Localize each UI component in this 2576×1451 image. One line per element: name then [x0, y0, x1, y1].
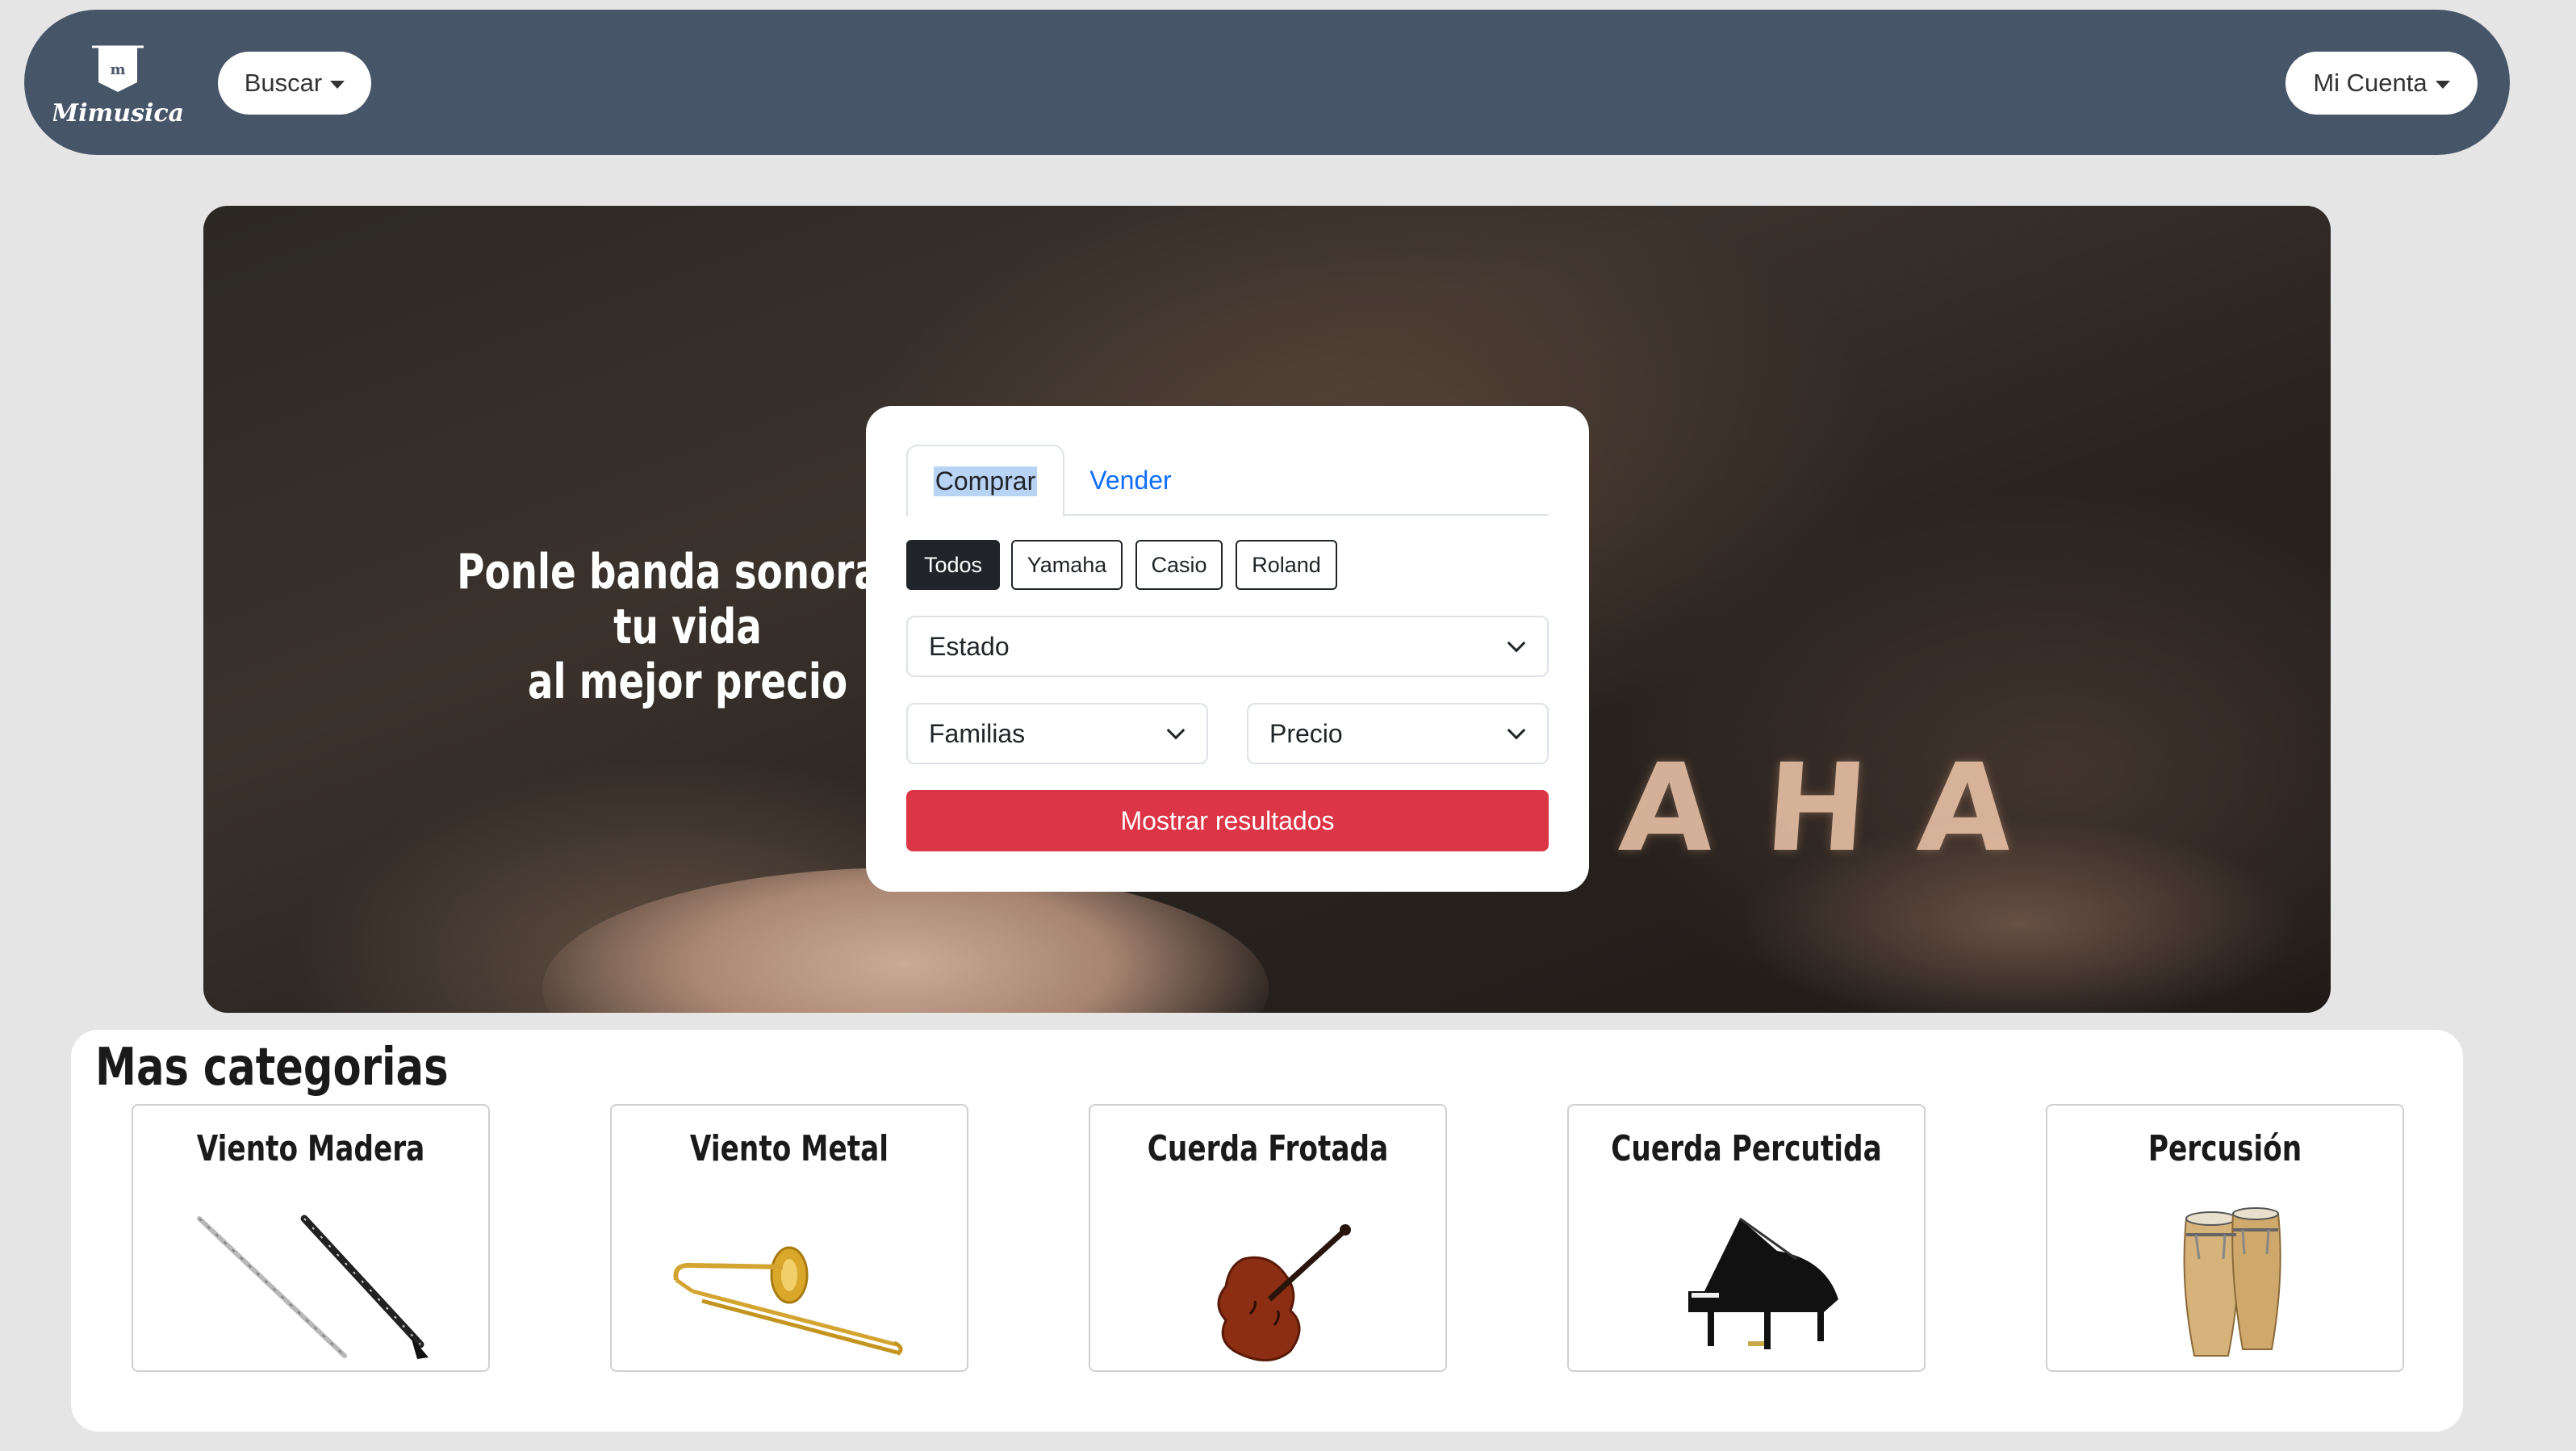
hero-tagline-line1: Ponle banda sonora a tu vida — [457, 544, 918, 655]
account-dropdown-button[interactable]: Mi Cuenta — [2285, 52, 2478, 115]
grand-piano-image — [1688, 1217, 1838, 1349]
category-name: Viento Madera — [196, 1128, 425, 1169]
account-dropdown-label: Mi Cuenta — [2313, 69, 2428, 97]
familias-select-value: Familias — [929, 718, 1026, 748]
estado-select[interactable]: Estado — [906, 616, 1549, 677]
precio-select[interactable]: Precio — [1247, 703, 1549, 764]
search-card: Comprar Vender Todos Yamaha Casio Roland… — [866, 406, 1589, 892]
caret-down-icon — [330, 81, 345, 89]
brand-filter-roland[interactable]: Roland — [1236, 540, 1337, 590]
more-categories-section: Mas categorias Viento Madera Viento Meta… — [71, 1030, 2463, 1432]
top-navbar: m Mimusica Buscar Mi Cuenta — [24, 10, 2510, 155]
category-name: Cuerda Frotada — [1147, 1128, 1389, 1169]
precio-select-value: Precio — [1269, 718, 1343, 748]
tab-comprar-label: Comprar — [933, 466, 1038, 496]
trombone-image — [673, 1246, 903, 1356]
category-card-cuerda-frotada[interactable]: Cuerda Frotada — [1089, 1104, 1447, 1372]
category-card-cuerda-percutida[interactable]: Cuerda Percutida — [1567, 1104, 1926, 1372]
familias-select[interactable]: Familias — [906, 703, 1208, 764]
mimusica-logo[interactable]: m Mimusica — [53, 40, 199, 129]
hero-tagline-line2: al mejor precio — [527, 654, 848, 710]
flute-clarinet-image — [197, 1215, 429, 1359]
tab-vender-label: Vender — [1089, 465, 1172, 495]
category-card-viento-metal[interactable]: Viento Metal — [610, 1104, 968, 1372]
hero-tagline: Ponle banda sonora a tu vida al mejor pr… — [449, 545, 927, 709]
brand-filter-yamaha[interactable]: Yamaha — [1011, 540, 1123, 590]
show-results-button[interactable]: Mostrar resultados — [906, 790, 1549, 851]
svg-text:m: m — [110, 61, 125, 78]
search-dropdown-label: Buscar — [244, 69, 323, 97]
chevron-down-icon — [1507, 721, 1526, 740]
hero-piano-brand-text: AHA — [1615, 738, 2069, 879]
chevron-down-icon — [1166, 721, 1186, 740]
estado-select-value: Estado — [929, 631, 1010, 661]
cello-image — [1217, 1224, 1351, 1361]
category-name: Viento Metal — [689, 1128, 889, 1169]
chevron-down-icon — [1507, 634, 1526, 653]
svg-text:Mimusica: Mimusica — [53, 99, 184, 128]
caret-down-icon — [2435, 81, 2450, 89]
tab-comprar[interactable]: Comprar — [906, 445, 1064, 517]
brand-filter-casio[interactable]: Casio — [1135, 540, 1223, 590]
category-card-percusion[interactable]: Percusión — [2046, 1104, 2404, 1372]
tab-vender[interactable]: Vender — [1074, 445, 1187, 516]
brand-filter-todos[interactable]: Todos — [906, 540, 1000, 590]
buy-sell-tabs: Comprar Vender — [906, 445, 1549, 517]
conga-drums-image — [2183, 1207, 2281, 1357]
category-card-viento-madera[interactable]: Viento Madera — [132, 1104, 490, 1372]
category-name: Cuerda Percutida — [1611, 1128, 1882, 1169]
category-name: Percusión — [2147, 1128, 2302, 1169]
search-dropdown-button[interactable]: Buscar — [218, 52, 371, 115]
categories-title: Mas categorias — [95, 1038, 449, 1098]
